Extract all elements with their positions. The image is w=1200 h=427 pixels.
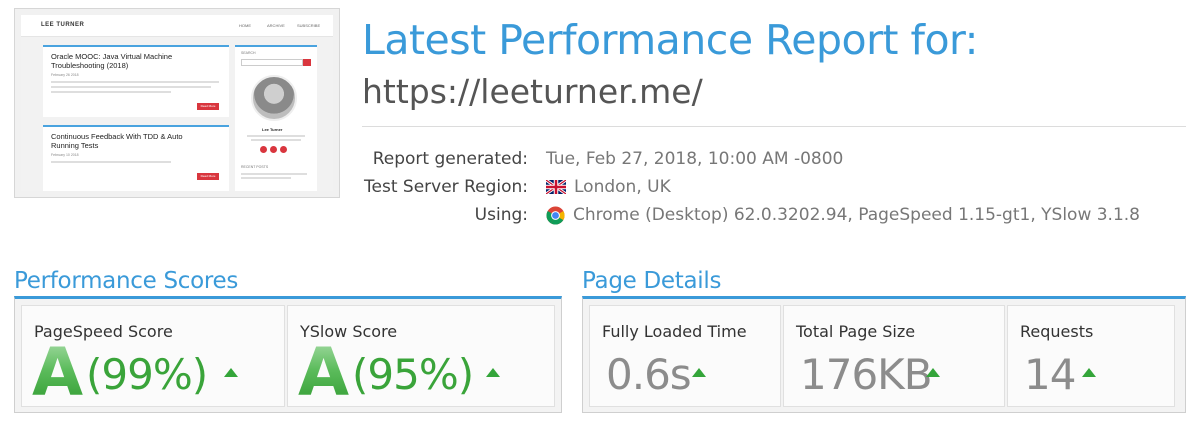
thumbnail-social-icon bbox=[270, 146, 277, 153]
using-value: Chrome (Desktop) 62.0.3202.94, PageSpeed… bbox=[546, 205, 1140, 225]
thumbnail-nav-archive: ARCHIVE bbox=[267, 23, 285, 28]
thumbnail-text-line bbox=[251, 139, 301, 141]
thumbnail-recent-label: RECENT POSTS bbox=[241, 165, 269, 169]
region-label: Test Server Region: bbox=[364, 177, 528, 197]
performance-scores-title: Performance Scores bbox=[14, 268, 239, 294]
thumbnail-search-button bbox=[303, 59, 311, 66]
arrow-up-icon bbox=[486, 368, 500, 377]
thumbnail-text-line bbox=[247, 135, 305, 137]
thumbnail-post-meta: February 10 2018 bbox=[51, 153, 79, 157]
using-label: Using: bbox=[474, 205, 528, 225]
thumbnail-sidebar: SEARCH Lee Turner RECENT POSTS bbox=[235, 45, 317, 191]
header-divider bbox=[362, 126, 1186, 127]
info-row-using: Using: Chrome (Desktop) 62.0.3202.94, Pa… bbox=[362, 205, 1192, 231]
performance-scores-panel: PageSpeed Score A (99%) YSlow Score A (9… bbox=[14, 296, 562, 413]
yslow-grade: A bbox=[298, 334, 350, 411]
pagespeed-percent: (99%) bbox=[86, 350, 208, 399]
page-details-panel: Fully Loaded Time 0.6s Total Page Size 1… bbox=[582, 296, 1186, 413]
thumbnail-body: Oracle MOOC: Java Virtual Machine Troubl… bbox=[21, 37, 333, 191]
thumbnail-site-name: LEE TURNER bbox=[41, 22, 85, 28]
generated-value-text: Tue, Feb 27, 2018, 10:00 AM -0800 bbox=[546, 149, 844, 169]
thumbnail-avatar bbox=[251, 75, 297, 121]
thumbnail-search-input bbox=[241, 59, 303, 66]
arrow-up-icon bbox=[692, 368, 706, 377]
thumbnail-author-name: Lee Turner bbox=[262, 127, 283, 132]
arrow-up-icon bbox=[224, 368, 238, 377]
fully-loaded-time-card: Fully Loaded Time 0.6s bbox=[589, 305, 781, 407]
thumbnail-post-meta: February 26 2018 bbox=[51, 73, 79, 77]
thumbnail-post-card: Oracle MOOC: Java Virtual Machine Troubl… bbox=[43, 45, 229, 117]
thumbnail-text-line bbox=[241, 173, 307, 175]
total-page-size-label: Total Page Size bbox=[796, 322, 916, 341]
generated-value: Tue, Feb 27, 2018, 10:00 AM -0800 bbox=[546, 149, 843, 169]
thumbnail-header: LEE TURNER HOME ARCHIVE SUBSCRIBE bbox=[21, 15, 333, 37]
page-details-title: Page Details bbox=[582, 268, 722, 294]
total-page-size-card: Total Page Size 176KB bbox=[783, 305, 1005, 407]
report-url: https://leeturner.me/ bbox=[362, 72, 703, 111]
report-title: Latest Performance Report for: bbox=[362, 16, 979, 64]
info-row-region: Test Server Region: London, UK bbox=[362, 177, 1192, 203]
thumbnail-page: LEE TURNER HOME ARCHIVE SUBSCRIBE Oracle… bbox=[21, 15, 333, 191]
region-value-text: London, UK bbox=[574, 177, 671, 197]
thumbnail-text-line bbox=[51, 81, 219, 83]
arrow-up-icon bbox=[1082, 368, 1096, 377]
site-screenshot-thumbnail: LEE TURNER HOME ARCHIVE SUBSCRIBE Oracle… bbox=[14, 8, 340, 198]
generated-label: Report generated: bbox=[372, 149, 528, 169]
thumbnail-text-line bbox=[51, 91, 171, 93]
arrow-up-icon bbox=[926, 368, 940, 377]
yslow-score-card: YSlow Score A (95%) bbox=[287, 305, 555, 411]
thumbnail-text-line bbox=[51, 86, 211, 88]
pagespeed-score-card: PageSpeed Score A (99%) bbox=[21, 305, 285, 411]
region-value: London, UK bbox=[546, 177, 671, 197]
fully-loaded-time-value: 0.6s bbox=[606, 350, 692, 399]
yslow-percent: (95%) bbox=[352, 350, 474, 399]
info-row-generated: Report generated: Tue, Feb 27, 2018, 10:… bbox=[362, 149, 1192, 175]
requests-card: Requests 14 bbox=[1007, 305, 1175, 407]
total-page-size-value: 176KB bbox=[800, 350, 933, 399]
thumbnail-post-title: Oracle MOOC: Java Virtual Machine Troubl… bbox=[51, 52, 173, 70]
thumbnail-post-title: Continuous Feedback With TDD & Auto Runn… bbox=[51, 132, 183, 150]
thumbnail-text-line bbox=[51, 161, 171, 163]
requests-label: Requests bbox=[1020, 322, 1094, 341]
uk-flag-icon bbox=[546, 180, 566, 194]
thumbnail-social-icon bbox=[280, 146, 287, 153]
using-value-text: Chrome (Desktop) 62.0.3202.94, PageSpeed… bbox=[573, 205, 1141, 225]
chrome-icon bbox=[546, 205, 565, 225]
thumbnail-read-more-button: Read More bbox=[197, 103, 219, 110]
requests-value: 14 bbox=[1024, 350, 1076, 399]
thumbnail-nav-subscribe: SUBSCRIBE bbox=[297, 23, 321, 28]
fully-loaded-time-label: Fully Loaded Time bbox=[602, 322, 747, 341]
thumbnail-search-label: SEARCH bbox=[241, 51, 256, 55]
thumbnail-nav-home: HOME bbox=[239, 23, 251, 28]
thumbnail-post-card: Continuous Feedback With TDD & Auto Runn… bbox=[43, 125, 229, 191]
thumbnail-text-line bbox=[241, 177, 291, 179]
thumbnail-social-icon bbox=[260, 146, 267, 153]
pagespeed-grade: A bbox=[32, 334, 84, 411]
thumbnail-read-more-button: Read More bbox=[197, 173, 219, 180]
